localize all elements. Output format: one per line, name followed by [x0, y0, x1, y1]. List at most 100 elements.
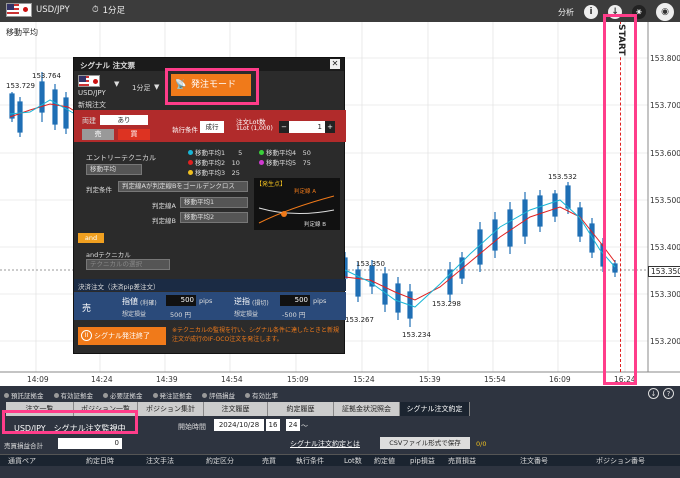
pair-label: USD/JPY: [36, 5, 70, 15]
signal-end-label: シグナル発注終了: [94, 332, 150, 340]
price-annotation: 153.729: [6, 82, 35, 90]
stop-sub: (損切): [252, 300, 269, 307]
modal-pair-dropdown-icon[interactable]: ▼: [114, 80, 119, 88]
new-order-label: 新規注文: [78, 101, 106, 109]
stat-label: 評価損益: [209, 392, 235, 400]
y-tick: 153.400: [650, 243, 680, 252]
csv-save-button[interactable]: CSVファイル形式で保存: [380, 437, 470, 449]
settle-title: 決済注文（決済pip差注文）: [74, 279, 346, 291]
x-tick: 15:54: [484, 375, 506, 384]
lot-minus-button[interactable]: −: [279, 121, 289, 133]
tab-order-history[interactable]: 注文履歴: [204, 402, 268, 416]
stop-label: 逆指: [234, 297, 250, 306]
modal-note: ※テクニカルの監視を行い、シグナル条件に達したときと新規注文が成行のIF-OCO…: [172, 327, 340, 343]
question-icon[interactable]: ?: [663, 388, 674, 399]
y-tick: 153.300: [650, 290, 680, 299]
stat-label: 有効比率: [252, 392, 278, 400]
ma4-label: 移動平均4: [266, 149, 297, 157]
x-tick: 14:54: [221, 375, 243, 384]
judge-label: 判定条件: [86, 186, 112, 194]
and-tag: and: [78, 233, 104, 243]
modal-timeframe[interactable]: 1分足: [132, 83, 150, 93]
x-tick: 15:24: [353, 375, 375, 384]
stop-est-label: 想定損益: [234, 311, 259, 318]
ma3-label: 移動平均3: [195, 169, 226, 177]
start-highlight: [603, 14, 637, 385]
analysis-button[interactable]: 分析: [558, 7, 574, 18]
avatar-icon[interactable]: ◉: [656, 3, 674, 21]
order-mode-highlight: [165, 68, 259, 105]
x-tick: 14:09: [27, 375, 49, 384]
tab-fill-history[interactable]: 約定履歴: [268, 402, 334, 416]
pause-icon: II: [81, 330, 92, 341]
ma2-value: 10: [231, 159, 240, 167]
us-jp-flag-icon: [78, 75, 100, 87]
tab-signal-fills[interactable]: シグナル注文約定: [400, 402, 470, 416]
column-header: 注文手法: [146, 457, 174, 465]
lineB-select[interactable]: 移動平均2: [180, 212, 248, 223]
column-header: ポジション番号: [596, 457, 645, 465]
y-tick: 153.800: [650, 54, 680, 63]
lot-input[interactable]: 1: [289, 121, 325, 133]
x-tick: 14:24: [91, 375, 113, 384]
exec-cond-label: 執行条件: [172, 126, 198, 134]
price-annotation: 153.764: [32, 72, 61, 80]
lineA-select[interactable]: 移動平均1: [180, 197, 248, 208]
price-annotation: 153.267: [345, 316, 374, 324]
stop-est-value: -500 円: [282, 311, 306, 319]
tab-margin-status[interactable]: 証拠金状況照会: [334, 402, 400, 416]
close-icon[interactable]: ✕: [330, 59, 340, 69]
x-tick: 15:39: [419, 375, 441, 384]
column-header: 通貨ペア: [8, 457, 36, 465]
judge-select[interactable]: 判定線Aが判定線Bをゴールデンクロス: [118, 181, 248, 192]
x-tick: 16:09: [549, 375, 571, 384]
stat-label: 必要証拠金: [110, 392, 143, 400]
start-time-label: 開始時間: [178, 423, 206, 431]
hour-input[interactable]: 16: [266, 419, 280, 431]
time-tilde: 〜: [301, 422, 308, 430]
exec-cond-button[interactable]: 成行: [200, 121, 224, 133]
entry-select[interactable]: 移動平均: [86, 164, 142, 175]
help-icon[interactable]: ↓: [648, 388, 659, 399]
y-tick: 153.700: [650, 101, 680, 110]
buy-button[interactable]: 買: [118, 129, 150, 140]
limit-pips-input[interactable]: 500: [166, 295, 196, 306]
and-tech-select[interactable]: テクニカルの選択: [86, 259, 170, 270]
stat-label: 有効証拠金: [60, 392, 94, 400]
current-price-tag: 153.350: [648, 266, 680, 277]
sell-button[interactable]: 売: [82, 129, 114, 140]
column-header: 約定区分: [206, 457, 234, 465]
limit-est-value: 500 円: [170, 311, 191, 319]
column-header: 注文番号: [520, 457, 548, 465]
minute-input[interactable]: 24: [286, 419, 300, 431]
us-jp-flag-icon: [6, 3, 32, 17]
ma5-label: 移動平均5: [266, 159, 297, 167]
ryoudate-toggle[interactable]: あり: [100, 115, 148, 125]
ryoudate-label: 両建: [82, 117, 96, 125]
modal-pair-label: USD/JPY: [78, 89, 106, 97]
tab-position-summary[interactable]: ポジション集計: [138, 402, 204, 416]
modal-timeframe-dropdown-icon[interactable]: ▼: [154, 83, 159, 91]
lot-plus-button[interactable]: +: [325, 121, 335, 133]
pair-selector[interactable]: USD/JPY: [6, 3, 70, 17]
price-annotation: 153.350: [356, 260, 385, 268]
column-header: 約定日時: [86, 457, 114, 465]
signal-fill-help-link[interactable]: シグナル注文約定とは: [290, 439, 360, 449]
column-header: 売買: [262, 457, 276, 465]
modal-title: シグナル 注文票: [80, 61, 136, 70]
x-tick: 15:09: [287, 375, 309, 384]
signal-end-button[interactable]: II シグナル発注終了: [78, 327, 166, 345]
timeframe-label: 1分足: [102, 6, 126, 16]
stop-pips-input[interactable]: 500: [280, 295, 310, 306]
modal-pair[interactable]: USD/JPY: [78, 75, 106, 97]
timeframe-selector[interactable]: ⏱ 1分足: [92, 4, 125, 16]
date-input[interactable]: 2024/10/28: [214, 419, 264, 431]
column-header: pip損益: [410, 457, 435, 465]
entry-label: エントリーテクニカル: [86, 154, 156, 162]
price-annotation: 153.532: [548, 173, 577, 181]
limit-est-label: 想定損益: [122, 311, 147, 318]
limit-sub: (利確): [140, 300, 157, 307]
info-icon[interactable]: i: [584, 5, 598, 19]
cross-diagram: 【発生点】 判定線 A 判定線 B: [254, 178, 340, 230]
ma-legend: 移動平均1 5 移動平均2 10 移動平均3 25: [188, 148, 242, 178]
